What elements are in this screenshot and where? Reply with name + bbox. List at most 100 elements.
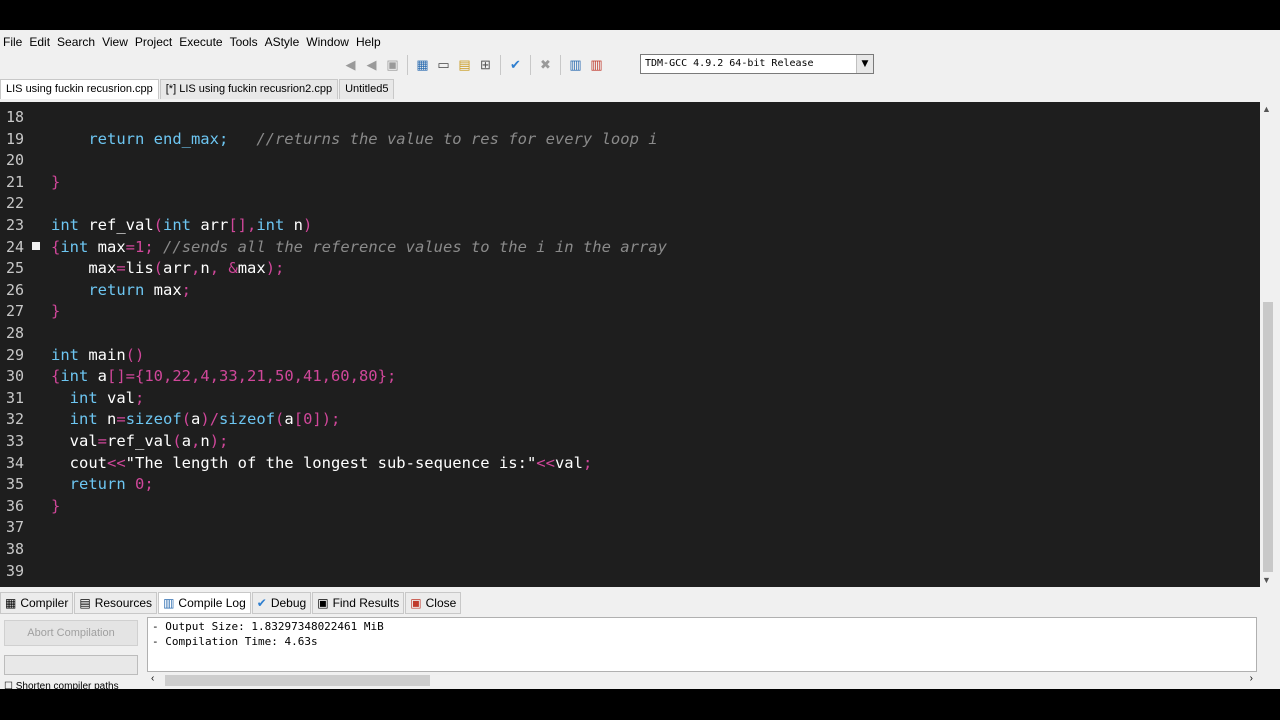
tab-compile-log[interactable]: ▥ Compile Log <box>158 592 251 614</box>
tab-lis-recursion[interactable]: LIS using fuckin recusrion.cpp <box>0 79 159 99</box>
code-token: << <box>536 453 555 472</box>
tab-close-label: Close <box>425 596 457 610</box>
editor-scrollbar[interactable]: ▲ ▼ <box>1260 102 1276 587</box>
window-icon[interactable]: ▭ <box>434 56 453 75</box>
scrollbar-thumb[interactable] <box>1263 302 1273 572</box>
tab-close[interactable]: ▣ Close <box>405 592 462 614</box>
code-token: int <box>256 216 294 234</box>
tab-find-results[interactable]: ▣ Find Results <box>312 592 405 614</box>
menu-execute[interactable]: Execute <box>176 32 226 52</box>
code-editor[interactable]: 18 19 return end_max; //returns the value… <box>0 102 1260 587</box>
code-token: a <box>191 410 201 429</box>
tab-untitled5[interactable]: Untitled5 <box>339 79 395 99</box>
shorten-paths-checkbox[interactable]: ☐ Shorten compiler paths <box>4 681 119 692</box>
log-horizontal-scrollbar[interactable]: ‹ › <box>147 672 1257 689</box>
tab-debug[interactable]: ✔ Debug <box>251 592 312 614</box>
code-text: int n=sizeof(a)/sizeof(a[0]); <box>51 409 341 430</box>
menu-file[interactable]: File <box>0 32 26 52</box>
profile-chart-icon[interactable]: ▥ <box>566 56 585 75</box>
code-line[interactable]: 19 return end_max; //returns the value t… <box>0 129 1260 150</box>
code-token: arr <box>163 259 192 278</box>
stop-icon[interactable]: ✖ <box>536 56 555 75</box>
code-token: = <box>97 432 108 450</box>
code-token: , <box>191 259 201 278</box>
tab-compiler[interactable]: ▦ Compiler <box>0 592 74 614</box>
code-token: 0 <box>135 475 145 494</box>
code-line[interactable]: 28 <box>0 323 1260 344</box>
compiler-select[interactable]: TDM-GCC 4.9.2 64-bit Release ▼ <box>640 54 874 74</box>
code-line[interactable]: 24 {int max=1; //sends all the reference … <box>0 237 1260 258</box>
chevron-down-icon[interactable]: ▼ <box>856 55 873 73</box>
code-text: val=ref_val(a,n); <box>51 431 229 452</box>
code-line[interactable]: 18 <box>0 107 1260 128</box>
menu-project[interactable]: Project <box>132 32 176 52</box>
fold-marker-icon[interactable] <box>32 241 40 250</box>
code-token: int <box>51 410 107 429</box>
code-line[interactable]: 35 return 0; <box>0 474 1260 495</box>
tab-find-results-label: Find Results <box>332 596 400 610</box>
code-text: int val; <box>51 388 145 409</box>
line-number: 23 <box>6 216 25 234</box>
delete-profile-icon[interactable]: ▥ <box>587 56 606 75</box>
scroll-down-icon[interactable]: ▼ <box>1262 575 1271 585</box>
code-text: int ref_val(int arr[],int n) <box>51 215 312 236</box>
menu-edit[interactable]: Edit <box>26 32 54 52</box>
abort-compilation-button[interactable]: Abort Compilation <box>4 620 138 646</box>
log-scrollbar[interactable] <box>1257 617 1273 672</box>
layout-icon[interactable]: ▤ <box>455 56 474 75</box>
indent-icon[interactable]: ◀ <box>341 56 360 75</box>
code-line[interactable]: 20 <box>0 150 1260 171</box>
menu-astyle[interactable]: AStyle <box>262 32 304 52</box>
code-token: []={10,22,4,33,21,50,41,60,80}; <box>107 367 397 386</box>
code-line[interactable]: 26 return max; <box>0 280 1260 301</box>
code-line[interactable]: 38 <box>0 539 1260 560</box>
unindent-icon[interactable]: ◀ <box>362 56 381 75</box>
code-token: n <box>293 216 303 234</box>
compile-controls: Abort Compilation ☐ Shorten compiler pat… <box>0 617 147 692</box>
tiles-icon[interactable]: ⊞ <box>476 56 495 75</box>
menu-view[interactable]: View <box>99 32 132 52</box>
code-token: int <box>51 216 89 234</box>
code-line[interactable]: 25 max=lis(arr,n, &max); <box>0 258 1260 279</box>
file-tabs: LIS using fuckin recusrion.cpp [*] LIS u… <box>0 79 395 99</box>
code-token: [0]); <box>293 410 341 429</box>
code-line[interactable]: 21} <box>0 172 1260 193</box>
scroll-right-icon[interactable]: › <box>1250 673 1253 684</box>
check-icon[interactable]: ✔ <box>506 56 525 75</box>
code-token: } <box>51 302 61 321</box>
code-line[interactable]: 33 val=ref_val(a,n); <box>0 431 1260 452</box>
menu-window[interactable]: Window <box>303 32 353 52</box>
code-line[interactable]: 27} <box>0 301 1260 322</box>
menu-search[interactable]: Search <box>54 32 99 52</box>
code-token: ); <box>209 432 229 450</box>
scroll-left-icon[interactable]: ‹ <box>151 673 154 684</box>
code-line[interactable]: 29 int main() <box>0 345 1260 366</box>
scroll-up-icon[interactable]: ▲ <box>1262 104 1271 114</box>
code-line[interactable]: 37 <box>0 517 1260 538</box>
code-line[interactable]: 34 cout<<"The length of the longest sub-… <box>0 453 1260 474</box>
menu-tools[interactable]: Tools <box>227 32 262 52</box>
compile-log[interactable]: - Output Size: 1.83297348022461 MiB - Co… <box>147 617 1257 672</box>
code-line[interactable]: 22 <box>0 193 1260 214</box>
code-token: } <box>51 172 61 191</box>
menu-help[interactable]: Help <box>353 32 385 52</box>
bottom-panel-tabs: ▦ Compiler ▤ Resources ▥ Compile Log ✔ Debug… <box>0 592 462 614</box>
hscroll-thumb[interactable] <box>165 675 430 686</box>
compiler-select-value: TDM-GCC 4.9.2 64-bit Release <box>645 58 814 69</box>
grid-icon[interactable]: ▦ <box>413 56 432 75</box>
code-line[interactable]: 30 {int a[]={10,22,4,33,21,50,41,60,80}; <box>0 366 1260 387</box>
tab-compile-log-label: Compile Log <box>178 596 246 610</box>
code-line[interactable]: 39 <box>0 561 1260 582</box>
line-number: 39 <box>6 561 25 580</box>
tab-resources[interactable]: ▤ Resources <box>74 592 158 614</box>
toggle-comment-icon[interactable]: ▣ <box>383 56 402 75</box>
code-line[interactable]: 31 int val; <box>0 388 1260 409</box>
tab-debug-label: Debug <box>270 596 307 610</box>
code-line[interactable]: 32 int n=sizeof(a)/sizeof(a[0]); <box>0 409 1260 430</box>
compile-progress-bar <box>4 655 138 675</box>
code-token: a <box>181 432 192 450</box>
code-line[interactable]: 36} <box>0 496 1260 517</box>
line-number: 31 <box>6 388 25 407</box>
code-line[interactable]: 23 int ref_val(int arr[],int n) <box>0 215 1260 236</box>
tab-lis-recursion2[interactable]: [*] LIS using fuckin recusrion2.cpp <box>159 79 339 99</box>
